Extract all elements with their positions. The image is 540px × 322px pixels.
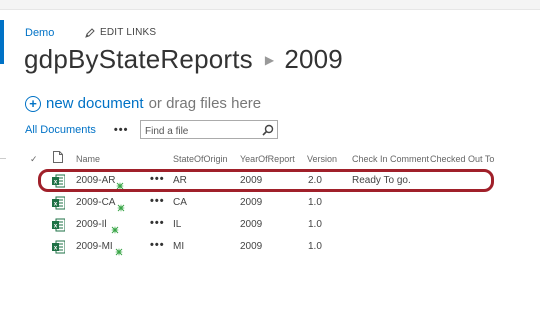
cell-year-of-report: 2009 — [240, 219, 263, 230]
cell-version[interactable]: 1.0 — [308, 197, 322, 208]
more-views-ellipsis-icon[interactable]: ••• — [114, 124, 129, 136]
library-title-link[interactable]: gdpByStateReports — [24, 44, 253, 75]
row-menu-ellipsis-icon[interactable]: ••• — [150, 239, 165, 251]
row-menu-ellipsis-icon[interactable]: ••• — [150, 195, 165, 207]
file-name-link[interactable]: 2009-Il — [76, 219, 107, 230]
file-type-column-icon — [53, 151, 63, 165]
folder-title: 2009 — [284, 44, 343, 74]
excel-file-icon[interactable]: x — [52, 218, 66, 232]
pencil-icon — [85, 27, 95, 38]
edit-links-label: EDIT LINKS — [100, 27, 157, 38]
divider — [0, 158, 6, 159]
cell-version[interactable]: 1.0 — [308, 219, 322, 230]
add-circle-icon[interactable]: + — [25, 95, 41, 112]
column-header-name[interactable]: Name — [76, 154, 100, 164]
row-menu-ellipsis-icon[interactable]: ••• — [150, 217, 165, 229]
highlight-annotation — [38, 169, 494, 192]
column-header-checked-out-to[interactable]: Checked Out To — [430, 154, 494, 164]
search-box — [140, 120, 278, 139]
top-bar — [0, 0, 540, 10]
search-icon[interactable] — [262, 123, 274, 141]
search-input[interactable] — [141, 124, 257, 139]
view-all-documents[interactable]: All Documents — [25, 124, 96, 136]
column-header-version[interactable]: Version — [307, 154, 337, 164]
site-link-demo[interactable]: Demo — [25, 27, 54, 39]
file-name-link[interactable]: 2009-MI — [76, 241, 113, 252]
select-all-checkmark-icon[interactable]: ✓ — [30, 154, 38, 165]
table-row[interactable]: x 2009-MI ••• MI 2009 1.0 — [46, 237, 506, 259]
breadcrumb-separator-icon: ▶ — [264, 52, 275, 67]
page-title: gdpByStateReports ▶ 2009 — [24, 44, 343, 75]
left-accent-bar — [0, 20, 4, 64]
column-header-check-in-comment[interactable]: Check In Comment — [352, 154, 429, 164]
edit-links-button[interactable]: EDIT LINKS — [85, 27, 156, 38]
column-header-year-of-report[interactable]: YearOfReport — [240, 154, 295, 164]
table-row[interactable]: x 2009-CA ••• CA 2009 1.0 — [46, 193, 506, 215]
column-header-state-of-origin[interactable]: StateOfOrigin — [173, 154, 228, 164]
cell-year-of-report: 2009 — [240, 241, 263, 252]
excel-file-icon[interactable]: x — [52, 240, 66, 254]
cell-state-of-origin: CA — [173, 197, 187, 208]
new-document-bar: + new document or drag files here — [25, 95, 261, 112]
table-row[interactable]: x 2009-Il ••• IL 2009 1.0 — [46, 215, 506, 237]
new-item-icon — [117, 199, 125, 212]
cell-state-of-origin: IL — [173, 219, 182, 230]
cell-year-of-report: 2009 — [240, 197, 263, 208]
drag-files-hint: or drag files here — [148, 95, 262, 112]
new-item-icon — [115, 243, 123, 256]
new-item-icon — [111, 221, 119, 234]
excel-file-icon[interactable]: x — [52, 196, 66, 210]
cell-state-of-origin: MI — [173, 241, 185, 252]
view-selector: All Documents ••• — [25, 121, 128, 139]
file-name-link[interactable]: 2009-CA — [76, 197, 115, 208]
cell-version[interactable]: 1.0 — [308, 241, 322, 252]
new-document-link[interactable]: new document — [46, 95, 144, 112]
